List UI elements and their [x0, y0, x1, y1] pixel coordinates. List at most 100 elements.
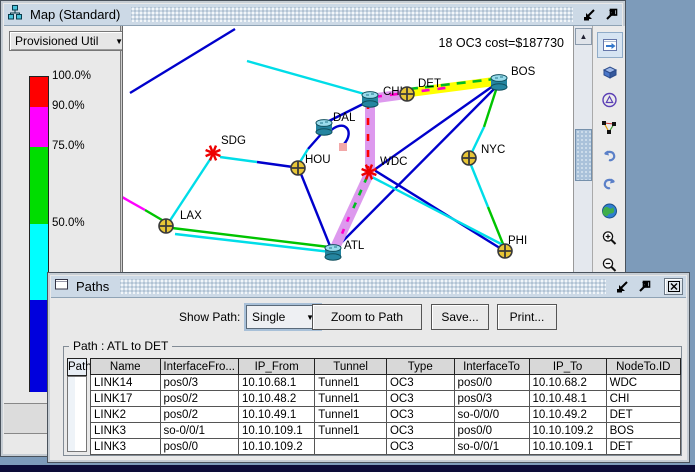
scrollbar-thumb[interactable] — [575, 129, 592, 181]
redo-icon[interactable] — [597, 172, 621, 196]
title-texture — [120, 279, 606, 294]
table-cell[interactable]: OC3 — [386, 423, 454, 439]
table-cell[interactable]: BOS — [606, 423, 680, 439]
table-cell[interactable]: pos0/2 — [160, 407, 238, 423]
table-cell[interactable]: Tunnel1 — [315, 375, 387, 391]
path-row-header-column[interactable]: Path — [67, 358, 87, 452]
table-cell[interactable]: DET — [606, 407, 680, 423]
table-cell[interactable]: OC3 — [386, 375, 454, 391]
table-cell[interactable]: DET — [606, 439, 680, 455]
iconify-icon[interactable] — [581, 7, 598, 22]
zoom-to-path-button[interactable]: Zoom to Path — [312, 304, 422, 330]
table-cell[interactable]: WDC — [606, 375, 680, 391]
table-cell[interactable]: 10.10.49.1 — [238, 407, 314, 423]
map-node-node-small[interactable] — [339, 143, 347, 151]
table-row[interactable]: LINK3so-0/0/110.10.109.1Tunnel1OC3pos0/0… — [91, 423, 681, 439]
maximize-icon[interactable] — [602, 7, 619, 22]
legend-metric-select[interactable]: Provisioned Util ▼ — [9, 31, 129, 51]
table-cell[interactable]: 10.10.109.1 — [238, 423, 314, 439]
table-cell[interactable]: 10.10.48.2 — [238, 391, 314, 407]
table-cell[interactable]: pos0/3 — [160, 375, 238, 391]
table-cell[interactable]: pos0/3 — [454, 391, 529, 407]
map-node-NYC[interactable]: NYC — [462, 144, 505, 165]
table-cell[interactable]: so-0/0/1 — [160, 423, 238, 439]
table-cell[interactable]: 10.10.109.1 — [529, 439, 606, 455]
node-label: SDG — [221, 135, 246, 147]
table-cell[interactable]: pos0/0 — [160, 439, 238, 455]
table-cell[interactable]: LINK3 — [91, 423, 161, 439]
iconify-icon[interactable] — [614, 279, 631, 294]
maximize-icon[interactable] — [635, 279, 652, 294]
table-row[interactable]: LINK17pos0/210.10.48.2Tunnel1OC3pos0/310… — [91, 391, 681, 407]
column-header[interactable]: InterfaceFro... — [160, 359, 238, 375]
globe-icon[interactable] — [597, 199, 621, 223]
map-node-ATL[interactable]: ATL — [325, 240, 365, 260]
legend-segment — [30, 77, 48, 107]
table-cell[interactable]: Tunnel1 — [315, 423, 387, 439]
table-cell[interactable]: 10.10.109.2 — [238, 439, 314, 455]
table-cell[interactable]: Tunnel1 — [315, 407, 387, 423]
table-cell[interactable]: pos0/2 — [160, 391, 238, 407]
table-row[interactable]: LINK3pos0/010.10.109.2 OC3so-0/0/110.10.1… — [91, 439, 681, 455]
table-cell[interactable] — [315, 439, 387, 455]
map-title-bar[interactable]: Map (Standard) — [4, 4, 622, 26]
paths-title-bar[interactable]: Paths — [51, 276, 686, 298]
table-cell[interactable]: 10.10.68.2 — [529, 375, 606, 391]
table-cell[interactable]: so-0/0/0 — [454, 407, 529, 423]
paths-table[interactable]: NameInterfaceFro...IP_FromTunnelTypeInte… — [90, 358, 681, 455]
show-path-select[interactable]: Single ▼ — [246, 305, 320, 329]
table-cell[interactable]: OC3 — [386, 407, 454, 423]
close-icon[interactable] — [664, 278, 683, 295]
table-cell[interactable]: OC3 — [386, 391, 454, 407]
column-header[interactable]: InterfaceTo — [454, 359, 529, 375]
topology-layout-icon[interactable] — [597, 116, 621, 140]
legend-label: 90.0% — [52, 100, 85, 112]
circled-triangle-icon[interactable] — [597, 88, 621, 112]
column-header[interactable]: IP_To — [529, 359, 606, 375]
table-cell[interactable]: pos0/0 — [454, 423, 529, 439]
table-cell[interactable]: LINK14 — [91, 375, 161, 391]
map-node-BOS[interactable]: BOS — [491, 66, 536, 90]
path-column-header[interactable]: Path — [67, 358, 87, 376]
table-cell[interactable]: 10.10.68.1 — [238, 375, 314, 391]
column-header[interactable]: IP_From — [238, 359, 314, 375]
scroll-up-arrow-icon[interactable]: ▲ — [575, 28, 592, 45]
column-header[interactable]: Name — [91, 359, 161, 375]
map-node-CHI[interactable]: CHI — [362, 86, 403, 107]
table-row[interactable]: LINK2pos0/210.10.49.1Tunnel1OC3so-0/0/01… — [91, 407, 681, 423]
table-cell[interactable]: LINK17 — [91, 391, 161, 407]
column-header[interactable]: Tunnel — [315, 359, 387, 375]
network-hierarchy-icon — [7, 4, 23, 25]
table-cell[interactable]: so-0/0/1 — [454, 439, 529, 455]
undo-icon[interactable] — [597, 144, 621, 168]
package-icon[interactable] — [597, 60, 621, 84]
table-cell[interactable]: 10.10.49.2 — [529, 407, 606, 423]
table-row[interactable]: LINK14pos0/310.10.68.1Tunnel1OC3pos0/010… — [91, 375, 681, 391]
paths-table-header[interactable]: NameInterfaceFro...IP_FromTunnelTypeInte… — [91, 359, 681, 375]
show-path-label: Show Path: — [179, 310, 240, 324]
desktop: { "map_window": { "title": "Map (Standar… — [0, 0, 695, 472]
column-header[interactable]: Type — [386, 359, 454, 375]
table-cell[interactable]: CHI — [606, 391, 680, 407]
table-cell[interactable]: pos0/0 — [454, 375, 529, 391]
node-label: WDC — [380, 156, 407, 168]
path-column-body[interactable] — [67, 376, 87, 452]
table-cell[interactable]: Tunnel1 — [315, 391, 387, 407]
map-node-HOU[interactable]: HOU — [291, 154, 331, 175]
table-cell[interactable]: OC3 — [386, 439, 454, 455]
table-cell[interactable]: LINK2 — [91, 407, 161, 423]
node-label: HOU — [305, 154, 331, 166]
map-node-DET[interactable]: DET — [400, 78, 441, 101]
zoom-in-icon[interactable] — [597, 226, 621, 250]
fit-window-icon[interactable] — [597, 32, 623, 58]
map-node-DAL[interactable]: DAL — [316, 112, 356, 135]
column-header[interactable]: NodeTo.ID — [606, 359, 680, 375]
table-cell[interactable]: 10.10.48.1 — [529, 391, 606, 407]
paths-toolbar: Show Path: Single ▼ Zoom to Path Save...… — [51, 298, 686, 336]
save-button[interactable]: Save... — [431, 304, 489, 330]
print-button[interactable]: Print... — [497, 304, 557, 330]
map-node-PHI[interactable]: PHI — [498, 235, 527, 258]
table-cell[interactable]: 10.10.109.2 — [529, 423, 606, 439]
table-cell[interactable]: LINK3 — [91, 439, 161, 455]
node-label: DET — [418, 78, 441, 90]
